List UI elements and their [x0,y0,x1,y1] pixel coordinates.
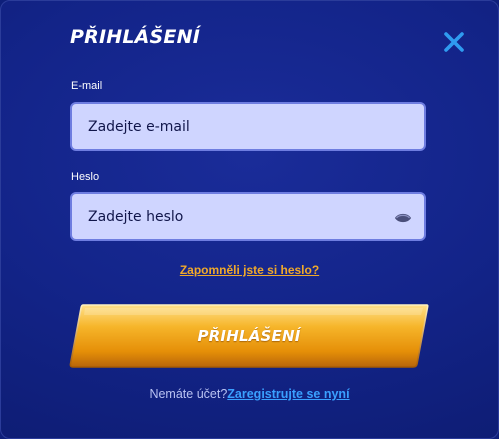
eye-icon [395,213,411,223]
close-button[interactable] [440,28,468,56]
modal-title: PŘIHLÁŠENÍ [70,26,200,48]
register-prompt: Nemáte účet?Zaregistrujte se nyní [1,387,498,401]
show-password-toggle[interactable] [394,210,412,224]
login-modal: PŘIHLÁŠENÍ E-mail Heslo Zapomněli jste s… [0,0,499,439]
login-button[interactable]: PŘIHLÁŠENÍ [69,303,429,369]
email-field-box[interactable] [70,102,426,151]
login-button-label: PŘIHLÁŠENÍ [197,327,301,345]
close-icon [444,32,464,52]
forgot-password-link[interactable]: Zapomněli jste si heslo? [1,263,498,277]
email-label: E-mail [71,80,103,92]
email-input[interactable] [88,104,388,149]
register-prompt-text: Nemáte účet? [149,387,228,401]
password-field-box[interactable] [70,192,426,241]
register-link[interactable]: Zaregistrujte se nyní [227,387,349,401]
password-input[interactable] [88,194,388,239]
password-label: Heslo [71,171,100,183]
